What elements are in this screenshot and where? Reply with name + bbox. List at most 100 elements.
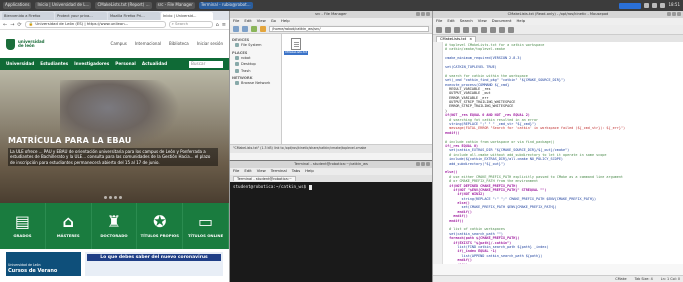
summer-courses-card[interactable]: Universidad de León Cursos de Verano	[6, 252, 81, 276]
nav-universidad[interactable]: Universidad	[6, 61, 34, 66]
menu-file[interactable]: File	[233, 19, 239, 24]
close-icon[interactable]	[426, 12, 430, 16]
tab-label: Protect your priva…	[57, 13, 93, 18]
network-icon[interactable]	[644, 3, 650, 8]
browser-tab-active[interactable]: Inicio | Universid…	[161, 12, 213, 20]
hero-title: MATRÍCULA PARA LA EBAU	[8, 136, 132, 145]
hero-banner[interactable]: MATRÍCULA PARA LA EBAU La ULE ofrece ...…	[0, 70, 229, 203]
close-tab-icon[interactable]: ×	[469, 37, 472, 41]
open-file-icon[interactable]	[445, 26, 451, 33]
search-box[interactable]: ⌕ Search	[168, 21, 213, 28]
side-item-trash[interactable]: Trash	[232, 68, 279, 74]
file-item[interactable]: CMakeLists.txt	[284, 38, 308, 55]
minimize-icon[interactable]	[416, 162, 420, 166]
cut-icon[interactable]	[481, 26, 487, 33]
back-icon[interactable]	[233, 26, 239, 32]
forward-icon[interactable]: →	[10, 22, 14, 28]
maximize-icon[interactable]	[421, 12, 425, 16]
menu-help[interactable]: Help	[516, 19, 525, 24]
battery-icon[interactable]	[660, 3, 666, 8]
status-language[interactable]: CMake	[615, 277, 626, 281]
window-titlebar[interactable]: Terminal - student@robotica:~/catkin_ws	[230, 161, 432, 168]
paste-icon[interactable]	[499, 26, 505, 33]
menu-file[interactable]: File	[233, 169, 239, 174]
menu-help[interactable]: Help	[281, 19, 290, 24]
toplink-login[interactable]: Iniciar sesión	[197, 41, 223, 47]
toplink-library[interactable]: Biblioteca	[169, 41, 189, 47]
browser-tab[interactable]: Bienvenido a Firefox	[2, 12, 54, 20]
menu-edit[interactable]: Edit	[447, 19, 454, 24]
taskbar-item-filemanager[interactable]: src - File Manager	[155, 2, 195, 9]
applications-menu[interactable]: Applications	[3, 2, 32, 9]
taskbar-item-terminal[interactable]: Terminal - rubio@robot…	[198, 2, 253, 9]
coronavirus-card[interactable]: Lo que debes saber del nuevo coronavirus	[85, 252, 223, 276]
redo-icon[interactable]	[472, 26, 478, 33]
terminal-tab[interactable]: Terminal - student@robotica:~	[233, 175, 296, 182]
tile-titulos-online[interactable]: ▭ TÍTULOS ONLINE	[183, 203, 229, 249]
nav-personal[interactable]: Personal	[115, 61, 136, 66]
nav-estudiantes[interactable]: Estudiantes	[40, 61, 68, 66]
tile-grados[interactable]: ▤ GRADOS	[0, 203, 46, 249]
home-icon[interactable]: ⌂	[216, 22, 219, 28]
toplink-international[interactable]: Internacional	[135, 41, 161, 47]
tile-doctorado[interactable]: ♜ DOCTORADO	[92, 203, 138, 249]
menu-icon[interactable]: ≡	[222, 22, 226, 28]
save-icon[interactable]	[454, 26, 460, 33]
status-tab-size[interactable]: Tab Size: 4	[635, 277, 653, 281]
workspace-switcher[interactable]	[619, 2, 642, 9]
window-titlebar[interactable]: src - File Manager	[230, 11, 432, 18]
back-icon[interactable]: ←	[3, 22, 7, 28]
menu-view[interactable]: View	[257, 19, 266, 24]
site-logo[interactable]: universidad de león	[6, 38, 45, 50]
close-icon[interactable]	[677, 12, 681, 16]
taskbar-item-browser[interactable]: Inicio | Universidad de L…	[35, 2, 92, 9]
taskbar-item-editor[interactable]: CMakeLists.txt (Report) …	[95, 2, 152, 9]
nav-actualidad[interactable]: Actualidad	[142, 61, 167, 66]
code-area[interactable]: # toplevel CMakeLists.txt for a catkin w…	[443, 42, 683, 264]
menu-view[interactable]: View	[478, 19, 487, 24]
copy-icon[interactable]	[490, 26, 496, 33]
nav-investigadores[interactable]: Investigadores	[74, 61, 109, 66]
location-bar[interactable]: /home/robot/catkin_ws/src/	[269, 26, 429, 32]
tile-masteres[interactable]: ⌂ MÁSTERES	[46, 203, 92, 249]
menu-terminal[interactable]: Terminal	[271, 169, 287, 174]
menu-search[interactable]: Search	[460, 19, 473, 24]
menu-tabs[interactable]: Tabs	[292, 169, 300, 174]
site-search-input[interactable]: Buscar	[189, 60, 223, 68]
toplink-campus[interactable]: Campus	[111, 41, 127, 47]
close-icon[interactable]	[426, 162, 430, 166]
side-item-filesystem[interactable]: File System	[232, 42, 279, 48]
new-file-icon[interactable]	[436, 26, 442, 33]
volume-icon[interactable]	[652, 3, 658, 8]
file-manager-toolbar: /home/robot/catkin_ws/src/	[230, 25, 432, 34]
reload-icon[interactable]: ⟳	[17, 22, 21, 28]
menu-edit[interactable]: Edit	[244, 19, 251, 24]
menu-file[interactable]: File	[436, 19, 442, 24]
forward-icon[interactable]	[242, 26, 248, 32]
site-toplinks: Campus Internacional Biblioteca Iniciar …	[111, 41, 223, 47]
carousel-dots[interactable]	[104, 196, 122, 199]
browser-tab[interactable]: Protect your priva…	[55, 12, 107, 20]
menu-document[interactable]: Document	[492, 19, 512, 24]
maximize-icon[interactable]	[672, 12, 676, 16]
maximize-icon[interactable]	[421, 162, 425, 166]
minimize-icon[interactable]	[667, 12, 671, 16]
find-icon[interactable]	[508, 26, 514, 33]
menu-edit[interactable]: Edit	[244, 169, 251, 174]
window-titlebar[interactable]: CMakeLists.txt (Read-only) - /opt/ros/ki…	[433, 11, 683, 18]
tile-titulos-propios[interactable]: ✪ TÍTULOS PROPIOS	[137, 203, 184, 249]
undo-icon[interactable]	[463, 26, 469, 33]
menu-bar: File Edit Search View Document Help	[433, 18, 683, 25]
menu-go[interactable]: Go	[271, 19, 276, 24]
menu-view[interactable]: View	[257, 169, 266, 174]
browser-tab[interactable]: Mozilla Firefox Pri…	[108, 12, 160, 20]
terminal-output[interactable]: student@robotica:~/catkin_ws$	[230, 182, 432, 192]
clock[interactable]: 18:51	[668, 2, 680, 8]
side-item-browse-network[interactable]: Browse Network	[232, 80, 279, 86]
up-icon[interactable]	[251, 26, 257, 32]
home-icon[interactable]	[260, 26, 266, 32]
minimize-icon[interactable]	[416, 12, 420, 16]
url-bar[interactable]: 🔒 Universidad de León (ES) | https://www.…	[24, 21, 166, 28]
menu-help[interactable]: Help	[305, 169, 314, 174]
file-view[interactable]: CMakeLists.txt	[282, 34, 432, 144]
